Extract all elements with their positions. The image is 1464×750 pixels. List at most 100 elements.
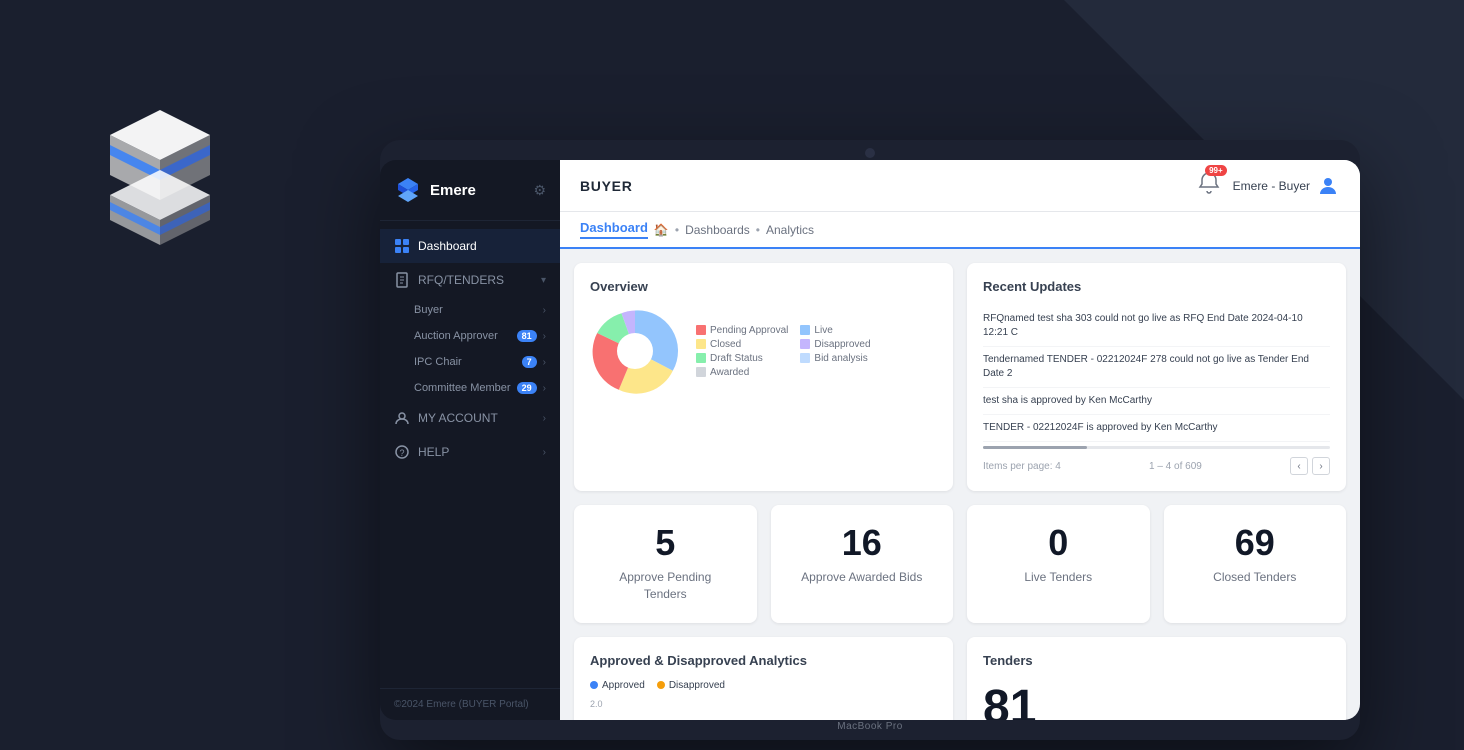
breadcrumb-home: 🏠 xyxy=(654,223,669,237)
disapproved-dot xyxy=(657,681,665,689)
sidebar: Emere ⚙ Dashboard xyxy=(380,160,560,720)
disapproved-legend-item: Disapproved xyxy=(657,680,725,691)
analytics-legend: Approved Disapproved xyxy=(590,680,937,691)
stat-approve-awarded[interactable]: 16 Approve Awarded Bids xyxy=(771,505,954,623)
sidebar-item-auction-approver[interactable]: Auction Approver 81 › xyxy=(380,323,560,349)
notification-button[interactable]: 99+ xyxy=(1197,171,1221,200)
topbar-right: 99+ Emere - Buyer xyxy=(1197,171,1340,200)
pagination-fill xyxy=(983,446,1087,449)
stat-approve-awarded-label: Approve Awarded Bids xyxy=(787,569,938,586)
sidebar-logo-text: Emere xyxy=(430,182,476,199)
help-arrow: › xyxy=(543,447,546,458)
svg-text:?: ? xyxy=(399,448,404,458)
disapproved-legend-label: Disapproved xyxy=(669,680,725,691)
breadcrumb-active[interactable]: Dashboard xyxy=(580,220,648,239)
y-axis-label: 2.0 xyxy=(590,699,937,709)
brand-logo xyxy=(60,80,260,260)
legend-awarded-label: Awarded xyxy=(710,367,749,378)
legend-disapproved: Disapproved xyxy=(800,339,892,350)
recent-updates-card: Recent Updates RFQnamed test sha 303 cou… xyxy=(967,263,1346,491)
sidebar-item-rfq[interactable]: RFQ/TENDERS ▾ xyxy=(380,263,560,297)
main-content: BUYER 99+ Emere - Buyer xyxy=(560,160,1360,720)
rfq-arrow: ▾ xyxy=(541,275,546,286)
update-item-2: Tendernamed TENDER - 02212024F 278 could… xyxy=(983,347,1330,388)
stat-approve-pending-label: Approve PendingTenders xyxy=(590,569,741,603)
chart-area: Pending Approval Live Closed xyxy=(590,306,937,396)
legend-closed: Closed xyxy=(696,339,788,350)
update-item-1: RFQnamed test sha 303 could not go live … xyxy=(983,306,1330,347)
line-chart-svg xyxy=(590,713,937,720)
topbar: BUYER 99+ Emere - Buyer xyxy=(560,160,1360,212)
ipc-chair-badge: 7 xyxy=(522,356,537,368)
committee-badge: 29 xyxy=(517,382,537,394)
sidebar-item-my-account[interactable]: MY ACCOUNT › xyxy=(380,401,560,435)
dashboard-content: Overview xyxy=(560,249,1360,720)
sidebar-item-buyer[interactable]: Buyer › xyxy=(380,297,560,323)
legend-pending-approval: Pending Approval xyxy=(696,325,788,336)
tablet-inner: Emere ⚙ Dashboard xyxy=(380,160,1360,720)
ipc-chair-label: IPC Chair xyxy=(414,356,462,368)
pagination-buttons: ‹ › xyxy=(1290,457,1330,475)
prev-page-button[interactable]: ‹ xyxy=(1290,457,1308,475)
help-label: HELP xyxy=(418,445,535,459)
approved-legend-item: Approved xyxy=(590,680,645,691)
stat-live-number: 0 xyxy=(983,525,1134,561)
breadcrumb-dashboards[interactable]: Dashboards xyxy=(685,223,750,237)
update-item-4: TENDER - 02212024F is approved by Ken Mc… xyxy=(983,415,1330,442)
line-chart-area xyxy=(590,713,937,720)
stat-approve-pending-number: 5 xyxy=(590,525,741,561)
approved-dot xyxy=(590,681,598,689)
auction-approver-label: Auction Approver xyxy=(414,330,498,342)
overview-title: Overview xyxy=(590,279,937,294)
sidebar-item-help[interactable]: ? HELP › xyxy=(380,435,560,469)
analytics-title: Approved & Disapproved Analytics xyxy=(590,653,937,668)
sidebar-item-dashboard[interactable]: Dashboard xyxy=(380,229,560,263)
recent-updates-title: Recent Updates xyxy=(983,279,1330,294)
dashboard-label: Dashboard xyxy=(418,239,546,253)
legend-pending-label: Pending Approval xyxy=(710,325,788,336)
pagination-progress xyxy=(983,446,1330,449)
analytics-card: Approved & Disapproved Analytics Approve… xyxy=(574,637,953,720)
macbook-label: MacBook Pro xyxy=(837,721,903,732)
tenders-card: Tenders 81 xyxy=(967,637,1346,720)
breadcrumb-sep-1: • xyxy=(675,223,679,237)
dashboard-icon xyxy=(394,238,410,254)
legend-bid-analysis: Bid analysis xyxy=(800,353,892,364)
stat-closed-number: 69 xyxy=(1180,525,1331,561)
stat-approve-awarded-number: 16 xyxy=(787,525,938,561)
user-name: Emere - Buyer xyxy=(1233,179,1310,193)
tenders-title: Tenders xyxy=(983,653,1330,668)
sidebar-item-ipc-chair[interactable]: IPC Chair 7 › xyxy=(380,349,560,375)
settings-icon[interactable]: ⚙ xyxy=(533,182,546,199)
top-row: Overview xyxy=(574,263,1346,491)
approved-legend-label: Approved xyxy=(602,680,645,691)
my-account-label: MY ACCOUNT xyxy=(418,411,535,425)
user-info: Emere - Buyer xyxy=(1233,174,1340,198)
breadcrumb-analytics[interactable]: Analytics xyxy=(766,223,814,237)
next-page-button[interactable]: › xyxy=(1312,457,1330,475)
legend-draft: Draft Status xyxy=(696,353,788,364)
auction-approver-badge: 81 xyxy=(517,330,537,342)
help-icon: ? xyxy=(394,444,410,460)
sidebar-item-committee[interactable]: Committee Member 29 › xyxy=(380,375,560,401)
legend-draft-label: Draft Status xyxy=(710,353,763,364)
topbar-title: BUYER xyxy=(580,178,633,194)
auction-approver-arrow: › xyxy=(543,331,546,342)
stat-live-label: Live Tenders xyxy=(983,569,1134,586)
buyer-arrow: › xyxy=(543,305,546,316)
user-icon xyxy=(394,410,410,426)
stat-closed-tenders[interactable]: 69 Closed Tenders xyxy=(1164,505,1347,623)
updates-footer: Items per page: 4 1 – 4 of 609 ‹ › xyxy=(983,457,1330,475)
pagination-range: 1 – 4 of 609 xyxy=(1149,461,1202,472)
stat-approve-pending[interactable]: 5 Approve PendingTenders xyxy=(574,505,757,623)
pie-chart xyxy=(590,306,680,396)
breadcrumb-home-icon: 🏠 xyxy=(654,223,669,237)
notification-badge: 99+ xyxy=(1205,165,1227,176)
bottom-row: Approved & Disapproved Analytics Approve… xyxy=(574,637,1346,720)
overview-card: Overview xyxy=(574,263,953,491)
user-avatar-icon xyxy=(1316,174,1340,198)
legend-awarded: Awarded xyxy=(696,367,788,378)
stat-live-tenders[interactable]: 0 Live Tenders xyxy=(967,505,1150,623)
legend-bid-label: Bid analysis xyxy=(814,353,867,364)
ipc-chair-arrow: › xyxy=(543,357,546,368)
